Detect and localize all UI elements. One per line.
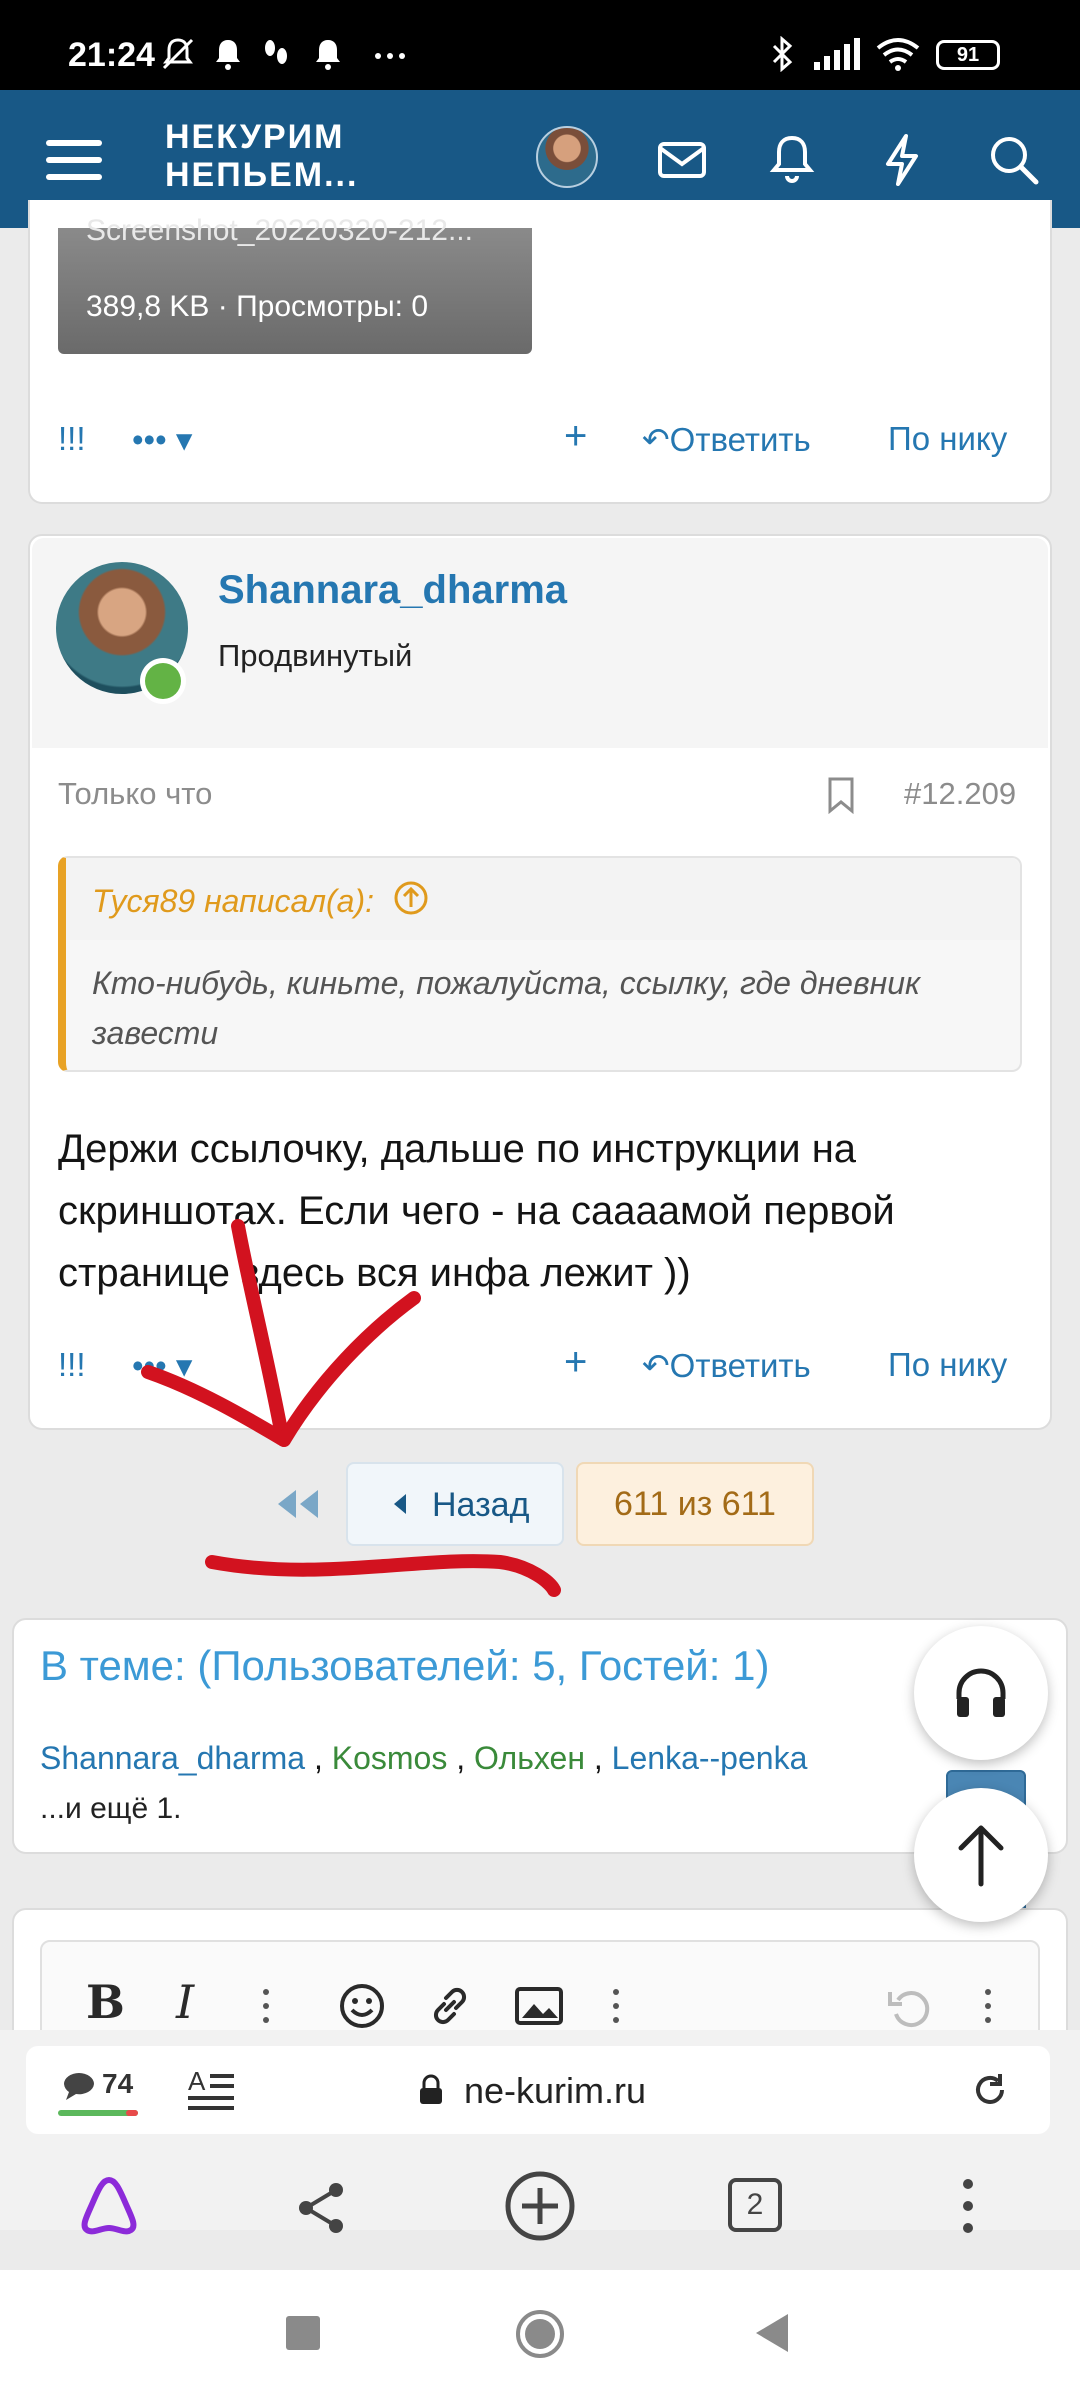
annotation-arrow-stroke	[141, 1365, 291, 1447]
annotation-arrow-stroke	[231, 1219, 289, 1443]
annotation-underline	[205, 1554, 561, 1597]
annotation-overlay	[141, 1219, 561, 1597]
annotation-arrow-stroke	[277, 1291, 421, 1447]
